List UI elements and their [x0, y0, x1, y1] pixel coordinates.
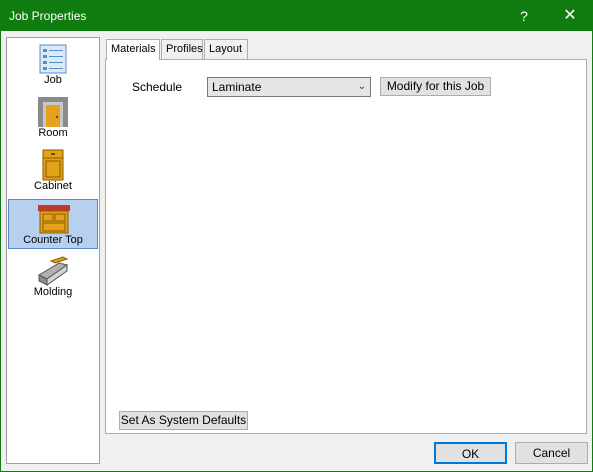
title-bar[interactable]: Job Properties ? ✕	[1, 1, 592, 31]
cancel-button[interactable]: Cancel	[515, 442, 588, 464]
chevron-down-icon: ⌄	[357, 81, 366, 92]
sidebar-item-molding[interactable]: Molding	[8, 252, 98, 302]
cabinet-icon	[42, 149, 64, 181]
job-icon	[39, 44, 67, 74]
sidebar-item-label: Job	[44, 74, 62, 86]
molding-icon	[37, 256, 69, 286]
room-icon	[38, 97, 68, 127]
sidebar-item-counter-top[interactable]: Counter Top	[8, 199, 98, 249]
sidebar-item-room[interactable]: Room	[8, 93, 98, 143]
tab-layout[interactable]: Layout	[204, 39, 248, 59]
window-title: Job Properties	[9, 9, 87, 23]
modify-for-job-button[interactable]: Modify for this Job	[380, 77, 491, 96]
close-button[interactable]: ✕	[547, 1, 593, 31]
category-sidebar: Job Room Cabinet Counter Top Molding	[6, 37, 100, 464]
sidebar-item-label: Cabinet	[34, 180, 72, 192]
sidebar-item-job[interactable]: Job	[8, 40, 98, 90]
tab-profiles[interactable]: Profiles	[161, 39, 203, 59]
sidebar-item-cabinet[interactable]: Cabinet	[8, 146, 98, 196]
counter-top-icon	[38, 205, 70, 234]
ok-button[interactable]: OK	[434, 442, 507, 464]
schedule-label: Schedule	[132, 80, 183, 94]
materials-panel	[105, 59, 587, 434]
sidebar-item-label: Room	[38, 127, 68, 139]
tab-materials[interactable]: Materials	[106, 39, 160, 60]
sidebar-item-label: Molding	[33, 286, 73, 298]
set-system-defaults-button[interactable]: Set As System Defaults	[119, 411, 248, 430]
sidebar-item-label: Counter Top	[23, 234, 83, 246]
schedule-select[interactable]: Laminate ⌄	[207, 77, 371, 97]
schedule-value: Laminate	[212, 80, 262, 94]
help-button[interactable]: ?	[501, 1, 547, 31]
